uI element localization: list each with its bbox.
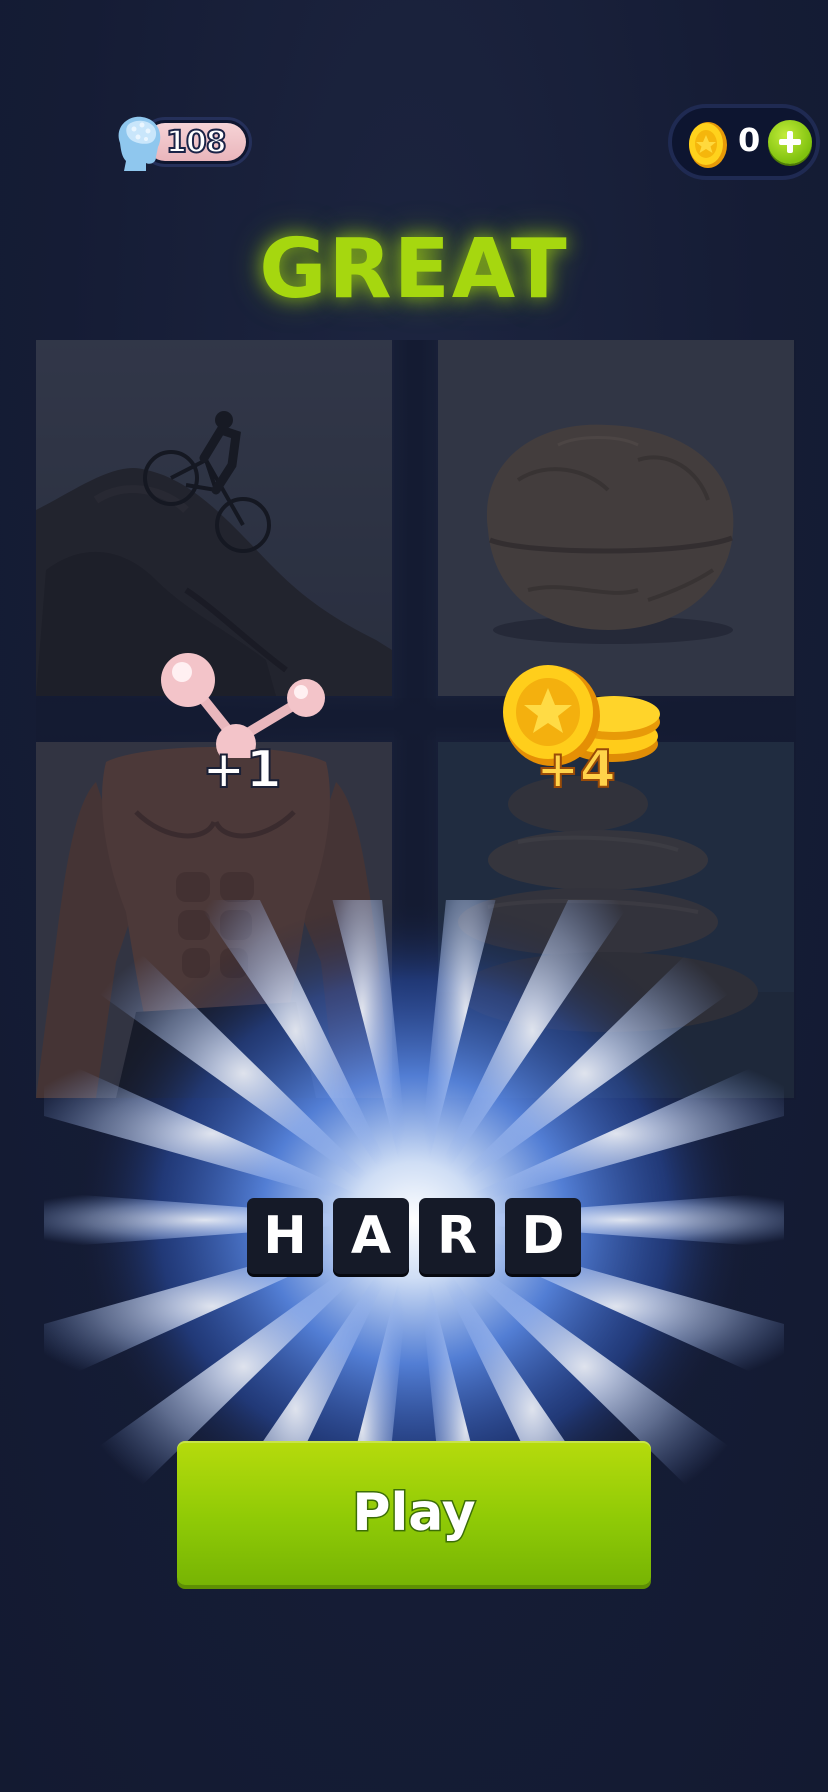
coin-reward-value: +4	[535, 739, 617, 801]
brain-points-counter[interactable]: 108	[110, 113, 255, 171]
game-screen: 108 0 GREAT +1 +4 H A R D Play	[0, 0, 828, 1792]
picture-cyclist-on-rock	[36, 340, 392, 696]
result-title: GREAT	[259, 222, 569, 317]
picture-grid	[36, 340, 796, 1100]
answer-word: H A R D	[0, 1198, 828, 1274]
brain-points-value: 108	[165, 124, 228, 161]
brain-reward: +1	[158, 648, 328, 801]
brain-head-icon	[118, 116, 161, 171]
brain-reward-value: +1	[201, 739, 283, 801]
coin-reward: +4	[500, 664, 670, 814]
play-button[interactable]: Play	[177, 1441, 651, 1585]
answer-letter-3: R	[419, 1198, 495, 1274]
coin-balance: 0	[668, 104, 820, 180]
picture-walnut	[438, 340, 794, 696]
answer-letter-2: A	[333, 1198, 409, 1274]
answer-letter-1: H	[247, 1198, 323, 1274]
gold-coin-icon	[689, 122, 727, 168]
answer-letter-4: D	[505, 1198, 581, 1274]
coin-count-value: 0	[738, 121, 761, 159]
play-button-label: Play	[351, 1482, 477, 1545]
grid-divider-horizontal	[36, 698, 796, 740]
add-coins-button[interactable]	[768, 120, 812, 164]
